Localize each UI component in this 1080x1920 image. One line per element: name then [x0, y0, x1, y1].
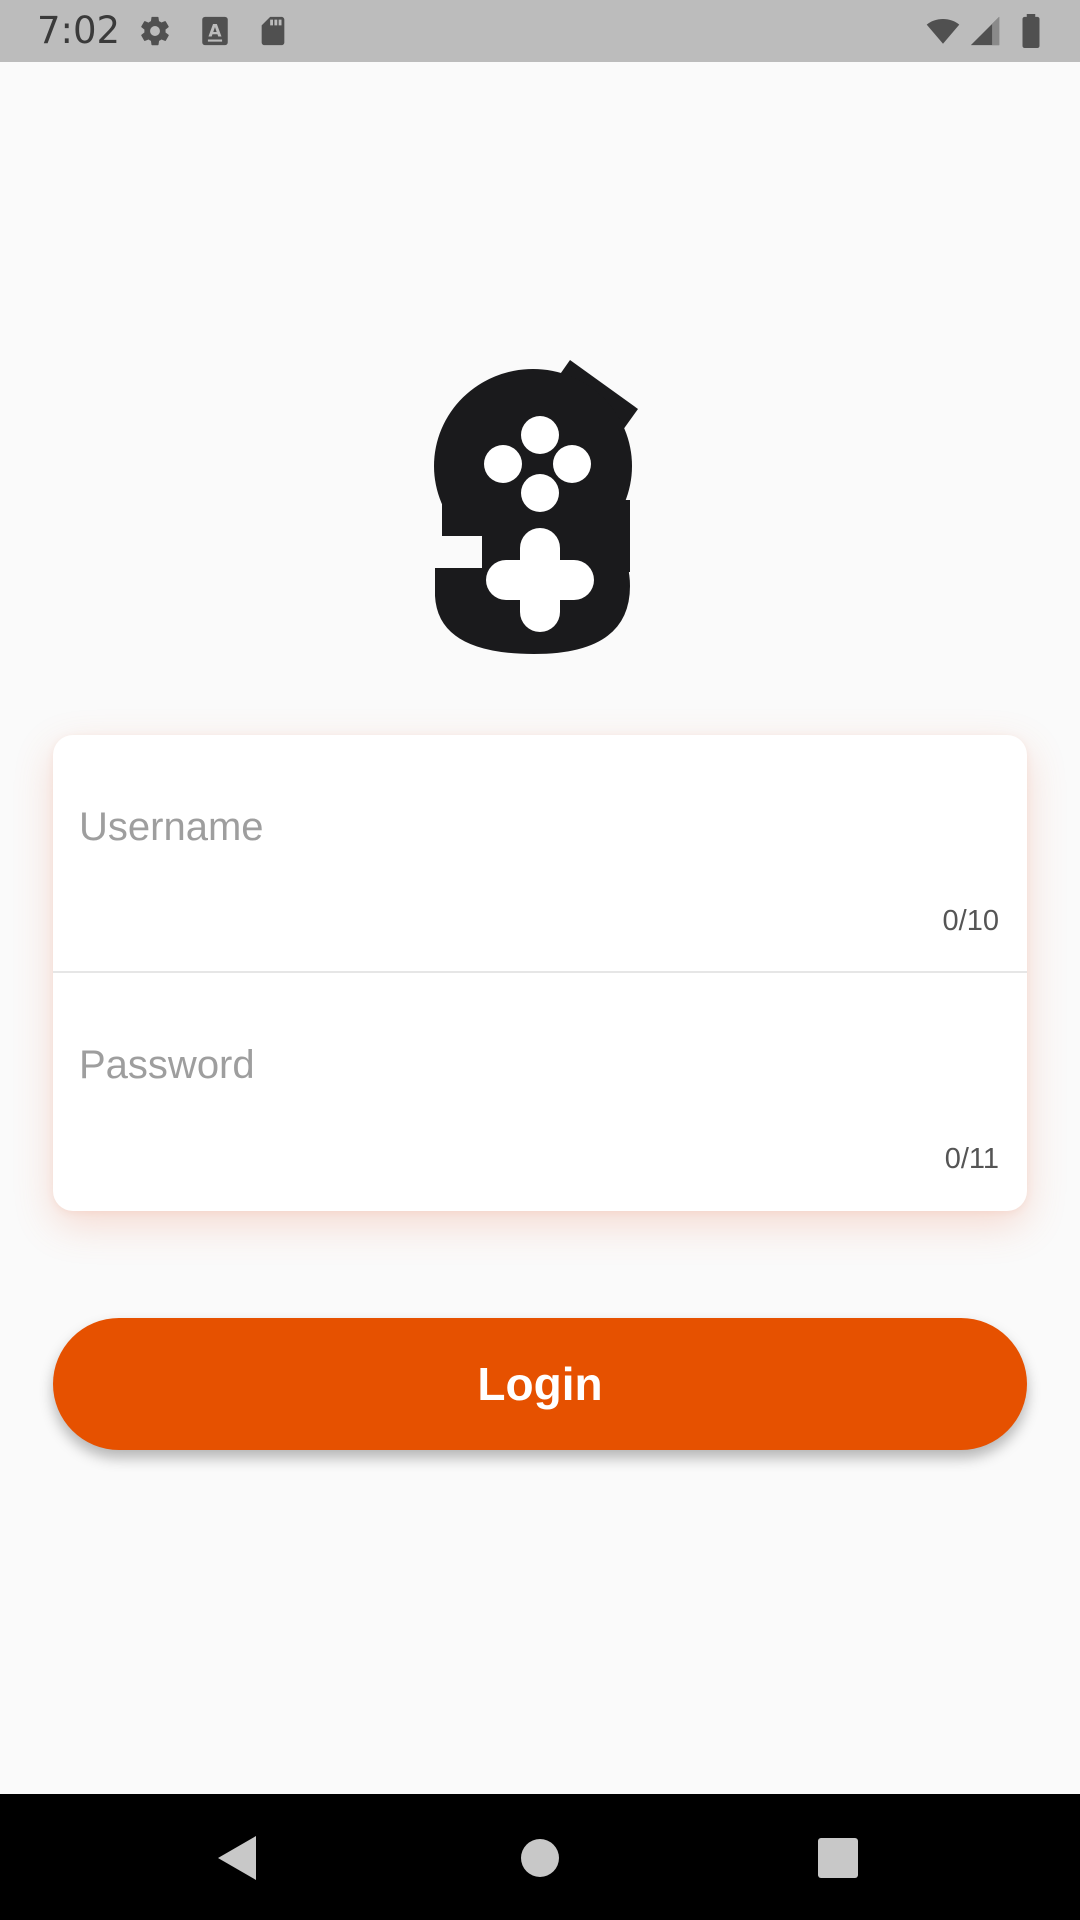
recents-icon[interactable] — [810, 1830, 866, 1886]
wifi-icon — [926, 18, 960, 44]
svg-text:A: A — [208, 22, 222, 42]
gamepad-g-logo-icon — [434, 360, 638, 654]
system-nav-bar — [0, 1794, 1080, 1920]
status-bar: 7:02 A — [0, 0, 1080, 62]
login-form-card: 0/10 0/11 — [53, 735, 1027, 1211]
password-field: 0/11 — [53, 973, 1027, 1211]
battery-icon — [1022, 14, 1040, 48]
sd-card-icon — [261, 16, 285, 46]
password-input[interactable] — [79, 1035, 999, 1095]
status-time: 7:02 — [37, 9, 121, 52]
username-char-counter: 0/10 — [942, 905, 999, 937]
signal-icon — [970, 16, 1000, 46]
login-button[interactable]: Login — [53, 1318, 1027, 1450]
password-char-counter: 0/11 — [944, 1143, 999, 1175]
font-a-icon: A — [202, 16, 228, 46]
login-screen: 7:02 A Username 0/10 0/11 Login — [0, 0, 1080, 1920]
username-input[interactable] — [79, 797, 999, 857]
back-icon[interactable] — [212, 1830, 268, 1886]
home-icon[interactable] — [512, 1830, 568, 1886]
username-field: 0/10 — [53, 735, 1027, 973]
settings-icon — [141, 16, 169, 46]
